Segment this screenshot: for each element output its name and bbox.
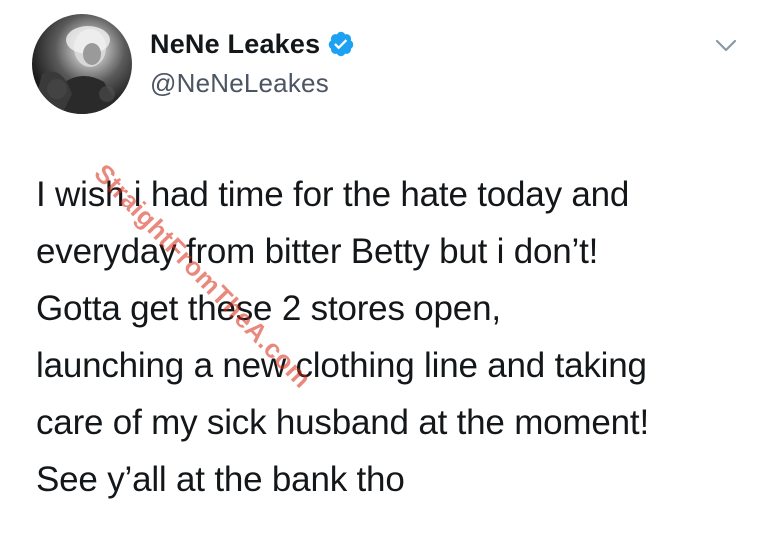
- user-handle[interactable]: @NeNeLeakes: [150, 68, 355, 99]
- display-name[interactable]: NeNe Leakes: [150, 29, 320, 60]
- tweet-text-line: everyday from bitter Betty but i don’t!: [36, 232, 599, 271]
- avatar[interactable]: [32, 14, 132, 114]
- chevron-down-icon[interactable]: [714, 38, 738, 54]
- tweet-text-line: I wish i had time for the hate today and: [36, 175, 630, 214]
- tweet-text: I wish i had time for the hate today and…: [36, 166, 756, 508]
- verified-badge-icon: [327, 30, 355, 58]
- tweet-text-line: care of my sick husband at the moment!: [36, 403, 649, 442]
- tweet-card: NeNe Leakes @NeNeLeakes I wish i had tim…: [0, 0, 768, 537]
- tweet-text-line: Gotta get these 2 stores open,: [36, 289, 501, 328]
- tweet-text-line: launching a new clothing line and taking: [36, 346, 647, 385]
- tweet-text-line: See y’all at the bank tho: [36, 460, 405, 499]
- display-name-row: NeNe Leakes: [150, 24, 355, 64]
- user-info: NeNe Leakes @NeNeLeakes: [150, 24, 355, 99]
- avatar-photo: [32, 26, 122, 114]
